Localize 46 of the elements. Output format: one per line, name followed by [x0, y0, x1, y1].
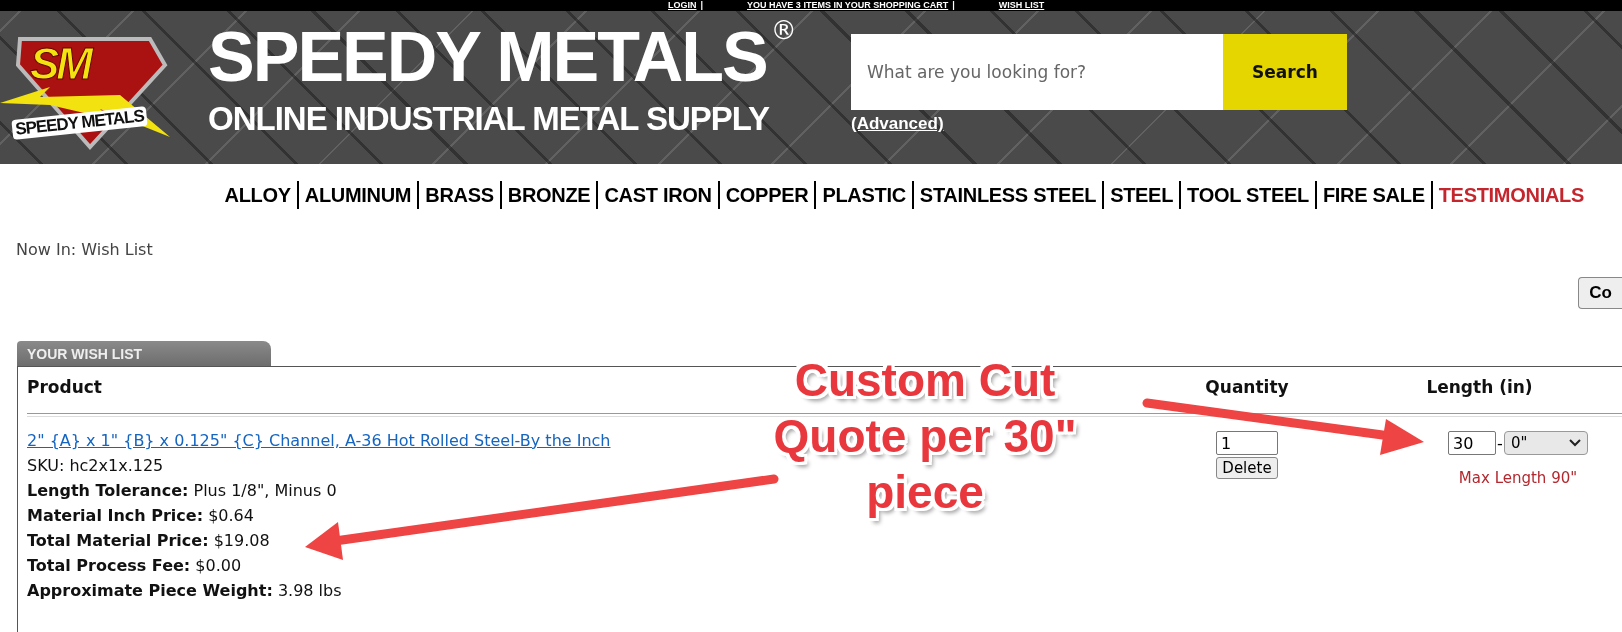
length-field[interactable]: 30 — [1448, 431, 1497, 455]
cut-button[interactable]: Co — [1578, 277, 1622, 309]
category-link[interactable]: STAINLESS STEEL — [919, 183, 1097, 207]
trademark-mark: ® — [770, 15, 797, 45]
separator-text: | — [700, 0, 704, 11]
column-header: Length (in) — [1426, 377, 1533, 397]
detail-line: Length Tolerance: Plus 1/8", Minus 0 — [27, 481, 337, 500]
top-link[interactable]: LOGIN — [668, 0, 697, 11]
category-link[interactable]: ALUMINUM — [304, 183, 412, 207]
separator-text: - — [1497, 433, 1503, 453]
chevron-icon — [1568, 439, 1581, 447]
top-link[interactable]: YOU HAVE 3 ITEMS IN YOUR SHOPPING CART — [747, 0, 949, 11]
category-link[interactable]: ALLOY — [224, 183, 291, 207]
top-link[interactable]: WISH LIST — [998, 0, 1045, 11]
column-header: Quantity — [1205, 377, 1289, 397]
product-link[interactable]: 2" {A} x 1" {B} x 0.125" {C} Channel, A-36 Hot Rolled Steel-By the Inch — [27, 431, 611, 450]
category-link[interactable]: BRASS — [425, 183, 494, 207]
separator-text: | — [952, 0, 955, 11]
category-link[interactable]: FIRE SALE — [1322, 183, 1425, 207]
annotation-text: Quote per 30" — [773, 409, 1077, 464]
category-link[interactable]: CAST IRON — [604, 183, 712, 207]
site-title: SPEEDY METALS — [208, 17, 767, 98]
delete-button[interactable]: Delete — [1216, 457, 1278, 479]
category-link[interactable]: PLASTIC — [822, 183, 906, 207]
detail-line: Total Process Fee: $0.00 — [27, 556, 242, 575]
advanced-search-link[interactable]: (Advanced) — [851, 114, 944, 134]
max-length-note: Max Length 90" — [1458, 469, 1578, 487]
site-tagline: ONLINE INDUSTRIAL METAL SUPPLY — [208, 99, 769, 139]
breadcrumb: Now In: Wish List — [16, 240, 153, 259]
detail-line: Material Inch Price: $0.64 — [27, 506, 254, 525]
annotation-text: piece — [866, 465, 984, 520]
sku-text: SKU: hc2x1x.125 — [27, 456, 164, 475]
category-link[interactable]: BRONZE — [507, 183, 591, 207]
column-header: Product — [27, 377, 102, 397]
logo-initials: SM — [30, 39, 90, 89]
search-button[interactable]: Search — [1223, 34, 1347, 110]
annotation-text: Custom Cut — [794, 353, 1056, 408]
fraction-dropdown[interactable]: 0" — [1503, 431, 1588, 455]
detail-line: Approximate Piece Weight: 3.98 lbs — [27, 581, 342, 600]
category-link[interactable]: STEEL — [1110, 183, 1174, 207]
category-link[interactable]: COPPER — [725, 183, 809, 207]
category-link[interactable]: TESTIMONIALS — [1438, 183, 1584, 207]
quantity-field[interactable]: 1 — [1216, 431, 1278, 455]
detail-line: Total Material Price: $19.08 — [27, 531, 270, 550]
category-link[interactable]: TOOL STEEL — [1187, 183, 1309, 207]
search-field[interactable]: What are you looking for? — [851, 34, 1223, 110]
